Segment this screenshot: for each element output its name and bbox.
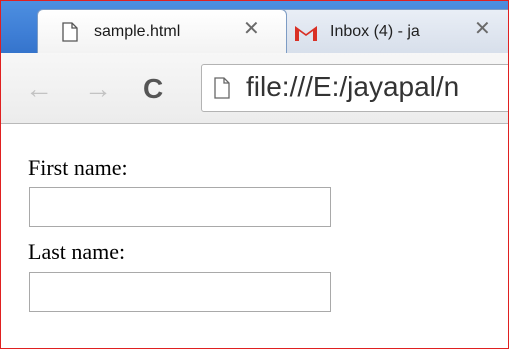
tab-sample-html[interactable]: sample.html ✕ (37, 9, 287, 53)
first-name-input[interactable] (29, 187, 331, 227)
last-name-label: Last name: (28, 239, 126, 264)
tab-strip: sample.html ✕ Inbox (4) - ja ✕ (1, 1, 508, 53)
forward-arrow-icon[interactable]: → (84, 75, 112, 103)
address-bar[interactable]: file:///E:/jayapal/n (201, 64, 508, 112)
first-name-label: First name: (28, 155, 128, 180)
browser-toolbar: ← → C file:///E:/jayapal/n (1, 53, 508, 124)
page-icon (214, 77, 230, 104)
tab-inbox[interactable]: Inbox (4) - ja ✕ (273, 9, 508, 53)
gmail-icon (294, 24, 318, 47)
reload-icon[interactable]: C (143, 75, 163, 103)
back-arrow-icon[interactable]: ← (25, 75, 53, 103)
last-name-input[interactable] (29, 272, 331, 312)
url-text: file:///E:/jayapal/n (246, 71, 460, 102)
page-content: First name: Last name: (1, 124, 508, 348)
tab-title: Inbox (4) - ja (330, 23, 420, 40)
close-tab-icon[interactable]: ✕ (474, 19, 491, 39)
close-tab-icon[interactable]: ✕ (243, 19, 260, 39)
document-icon (62, 22, 78, 47)
tab-title: sample.html (94, 23, 181, 40)
browser-window: sample.html ✕ Inbox (4) - ja ✕ ← → C fil (0, 0, 509, 349)
